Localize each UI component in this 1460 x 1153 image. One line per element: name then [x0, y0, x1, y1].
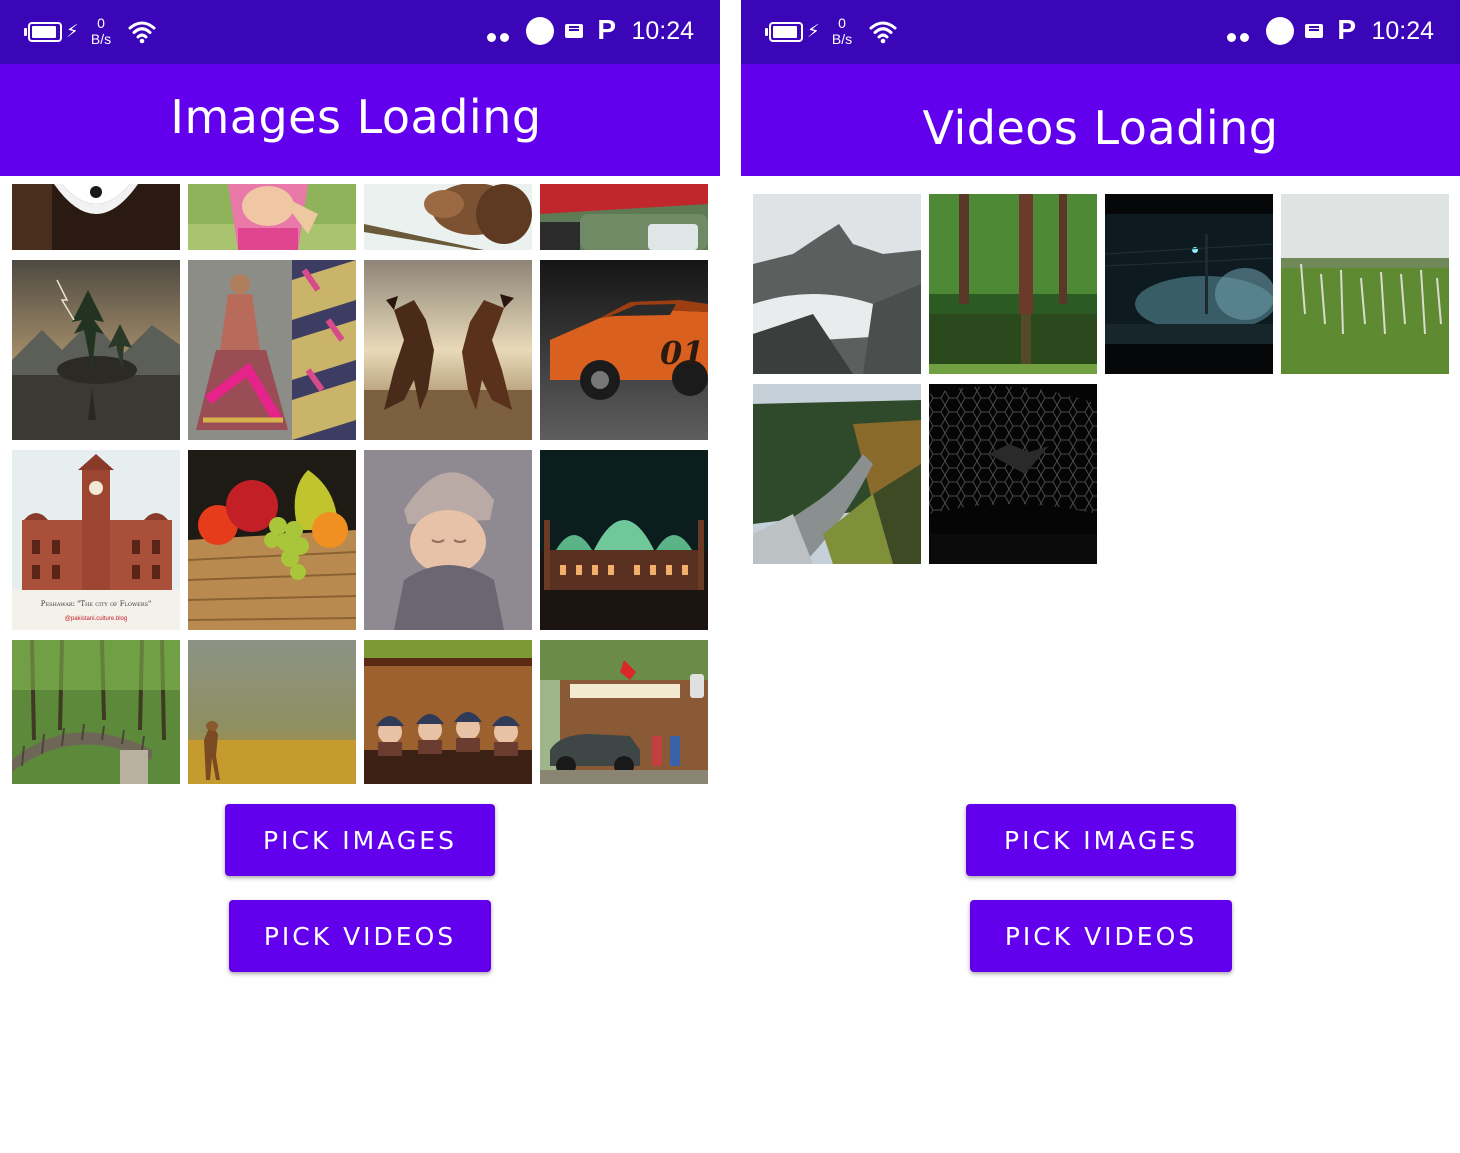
network-speed-value: 0 [97, 15, 105, 31]
video-thumbnail[interactable] [929, 384, 1097, 564]
parking-app-icon: P [597, 14, 616, 45]
network-speed-unit: B/s [831, 31, 853, 47]
dots-icon [487, 27, 513, 42]
status-bar: ⚡ 0 B/s P 10:24 [0, 0, 720, 64]
charging-bolt-icon: ⚡ [66, 21, 79, 42]
image-thumbnail[interactable] [540, 640, 708, 784]
car-number-text: 01 [660, 334, 705, 372]
image-thumbnail[interactable] [364, 640, 532, 784]
image-thumbnail[interactable] [540, 184, 708, 250]
videos-screen: ⚡ 0 B/s P 10:24 Videos Loading PICK IMAG… [741, 0, 1460, 1153]
charging-bolt-icon: ⚡ [807, 21, 820, 42]
network-speed-unit: B/s [90, 31, 112, 47]
image-thumbnail[interactable] [188, 260, 356, 440]
image-thumbnail[interactable] [364, 450, 532, 630]
parking-app-icon: P [1337, 14, 1356, 45]
page-title: Videos Loading [922, 101, 1279, 155]
image-thumbnail[interactable] [188, 450, 356, 630]
image-thumbnail[interactable]: Peshawar: "The city of Flowers" @pakista… [12, 450, 180, 630]
message-icon [1305, 24, 1323, 38]
network-speed: 0 B/s [829, 15, 855, 47]
battery-charging-icon [24, 22, 64, 42]
clock: 10:24 [1371, 17, 1434, 45]
battery-charging-icon [765, 22, 805, 42]
image-thumbnail[interactable] [12, 260, 180, 440]
image-thumbnail[interactable] [12, 640, 180, 784]
image-caption: Peshawar: "The city of Flowers" [40, 600, 152, 608]
wifi-icon [869, 21, 897, 44]
image-thumbnail[interactable] [188, 184, 356, 250]
image-thumbnail[interactable]: 01 [540, 260, 708, 440]
image-thumbnail[interactable] [12, 184, 180, 250]
images-screen: ⚡ 0 B/s P 10:24 Images Loading 01 Peshaw… [0, 0, 720, 1153]
pick-images-button[interactable]: PICK IMAGES [225, 804, 495, 876]
video-thumbnail[interactable] [1105, 194, 1273, 374]
network-speed: 0 B/s [88, 15, 114, 47]
pick-videos-button[interactable]: PICK VIDEOS [970, 900, 1232, 972]
clock: 10:24 [631, 17, 694, 45]
message-icon [565, 24, 583, 38]
image-thumbnail[interactable] [188, 640, 356, 784]
status-bar: ⚡ 0 B/s P 10:24 [741, 0, 1460, 64]
video-thumbnail[interactable] [753, 194, 921, 374]
image-thumbnail[interactable] [540, 450, 708, 630]
image-caption-handle: @pakistani.culture.blog [64, 616, 128, 622]
wifi-icon [128, 21, 156, 44]
image-thumbnail[interactable] [364, 260, 532, 440]
image-thumbnail[interactable] [364, 184, 532, 250]
video-thumbnail[interactable] [753, 384, 921, 564]
video-thumbnail[interactable] [1281, 194, 1449, 374]
video-thumbnail[interactable] [929, 194, 1097, 374]
dots-icon [1227, 27, 1253, 42]
circle-icon [1266, 17, 1294, 45]
pick-videos-button[interactable]: PICK VIDEOS [229, 900, 491, 972]
network-speed-value: 0 [838, 15, 846, 31]
page-title: Images Loading [170, 90, 542, 144]
circle-icon [526, 17, 554, 45]
pick-images-button[interactable]: PICK IMAGES [966, 804, 1236, 876]
app-bar: Images Loading [0, 64, 720, 176]
app-bar: Videos Loading [741, 64, 1460, 176]
